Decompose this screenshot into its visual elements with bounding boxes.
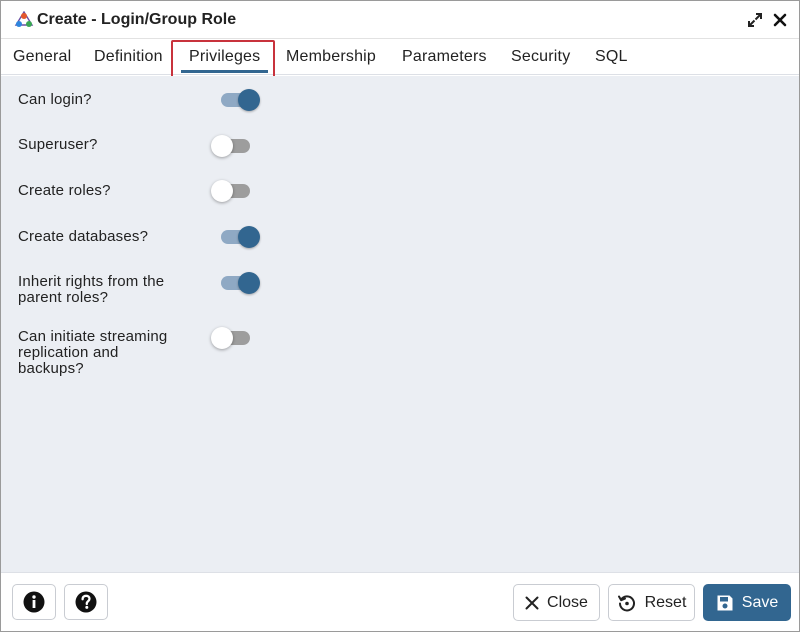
create-roles-label: Create roles? [18, 182, 111, 199]
toggle-knob [211, 180, 233, 202]
close-button-label: Close [547, 593, 588, 611]
close-icon [773, 13, 787, 27]
privileges-panel: Can login? Superuser? Create roles? Crea… [1, 76, 799, 572]
superuser-label: Superuser? [18, 136, 98, 153]
reset-button-label: Reset [644, 593, 687, 611]
dialog-footer: Close Reset Save [1, 572, 799, 631]
inherit-rights-toggle[interactable] [218, 271, 262, 295]
tab-membership[interactable]: Membership [286, 39, 376, 75]
help-icon [75, 591, 97, 613]
expand-icon [748, 13, 762, 27]
streaming-replication-toggle[interactable] [211, 326, 255, 350]
help-button[interactable] [64, 584, 108, 620]
superuser-toggle[interactable] [211, 134, 255, 158]
dialog-title: Create - Login/Group Role [37, 11, 237, 28]
can-login-label: Can login? [18, 91, 92, 108]
create-databases-label: Create databases? [18, 228, 149, 245]
toggle-knob [238, 226, 260, 248]
can-login-toggle[interactable] [218, 88, 262, 112]
tab-general[interactable]: General [13, 39, 71, 75]
toggle-knob [238, 89, 260, 111]
tab-definition[interactable]: Definition [94, 39, 163, 75]
create-role-dialog: Create - Login/Group Role General Defini… [0, 0, 800, 632]
reset-button[interactable]: Reset [608, 584, 695, 621]
window-close-button[interactable] [770, 10, 790, 30]
reset-icon [617, 594, 635, 611]
info-button[interactable] [12, 584, 56, 620]
info-icon [23, 591, 45, 613]
save-button-label: Save [741, 593, 779, 611]
tab-privileges[interactable]: Privileges [180, 39, 269, 75]
toggle-knob [211, 135, 233, 157]
tab-bar: General Definition Privileges Membership… [1, 39, 799, 75]
toggle-knob [238, 272, 260, 294]
close-icon [525, 596, 539, 609]
title-bar[interactable]: Create - Login/Group Role [1, 1, 799, 39]
close-button[interactable]: Close [513, 584, 600, 621]
expand-button[interactable] [745, 10, 765, 30]
inherit-rights-label: Inherit rights from the parent roles? [18, 273, 165, 306]
save-icon [717, 595, 733, 610]
create-roles-toggle[interactable] [211, 179, 255, 203]
save-button[interactable]: Save [703, 584, 791, 621]
app-role-icon [14, 10, 34, 29]
toggle-knob [211, 327, 233, 349]
tab-security[interactable]: Security [511, 39, 570, 75]
tab-parameters[interactable]: Parameters [402, 39, 487, 75]
streaming-replication-label: Can initiate streaming replication and b… [18, 328, 168, 377]
create-databases-toggle[interactable] [218, 225, 262, 249]
tab-sql[interactable]: SQL [595, 39, 628, 75]
